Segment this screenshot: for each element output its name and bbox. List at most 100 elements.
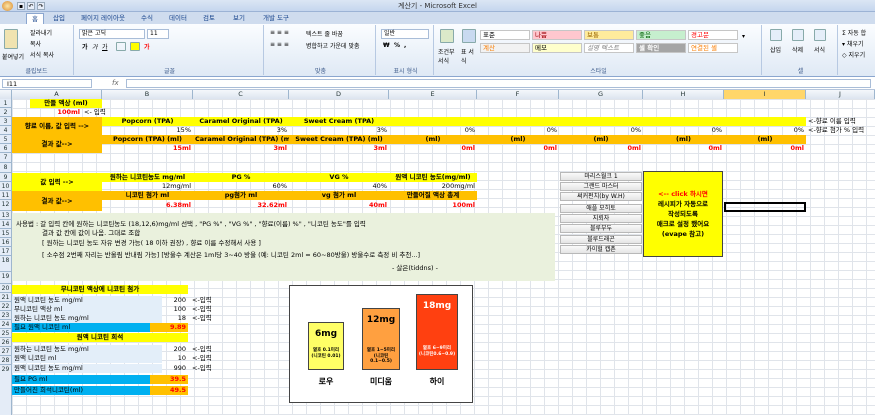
format-cells-icon[interactable] <box>814 29 826 41</box>
style-explain[interactable]: 설명 텍스트 <box>584 43 634 53</box>
output-label-total[interactable]: 만들어질 액상 총계 <box>389 191 477 200</box>
recipe-button-5[interactable]: 지뢰자 <box>560 214 642 223</box>
recipe-button-1[interactable]: 마리스월크 1 <box>560 172 642 181</box>
formula-input[interactable] <box>126 79 871 88</box>
table-format-button[interactable]: 표 서식 <box>461 47 477 65</box>
merge-center-button[interactable]: 병합하고 가운데 맞춤 <box>306 41 360 50</box>
cell-a10[interactable]: 결과 값--> <box>12 191 102 211</box>
font-color-icon[interactable]: 가 <box>144 42 150 51</box>
col-header[interactable]: J <box>806 90 875 99</box>
cell-a5[interactable]: 결과 값--> <box>12 135 102 153</box>
row-header[interactable]: 6 <box>0 144 12 153</box>
row-header[interactable]: 9 <box>0 173 12 182</box>
sec2-title[interactable]: 원액 니코틴 희석 <box>12 333 188 342</box>
recipe-button-8[interactable]: 카이헐 캡촌 <box>560 245 642 254</box>
note-r4[interactable]: <-향료 첨가 % 입력 <box>806 126 875 135</box>
delete-button[interactable]: 삭제 <box>792 45 803 54</box>
styles-more-icon[interactable]: ▾ <box>742 33 745 40</box>
output-label-vg[interactable]: vg 첨가 ml <box>289 191 389 200</box>
style-linked[interactable]: 연결된 셀 <box>688 43 738 53</box>
paste-icon[interactable] <box>4 29 18 49</box>
result-ml-6[interactable]: 0ml <box>559 144 643 153</box>
sec1-label-4[interactable]: 필요 원액 니코틴 ml <box>12 323 150 332</box>
result-ml-8[interactable]: 0ml <box>724 144 806 153</box>
tab-formulas[interactable]: 수식 <box>136 13 158 24</box>
number-format-select[interactable]: 일반 <box>381 29 429 39</box>
output-vg[interactable]: 40ml <box>289 201 389 210</box>
sec1-val-4[interactable]: 9.89 <box>150 323 188 332</box>
sec2-val-4[interactable]: 39.5 <box>150 375 188 384</box>
flavor-pct-5[interactable]: 0% <box>477 126 559 135</box>
conditional-format-button[interactable]: 조건부 서식 <box>438 47 460 65</box>
col-header[interactable]: B <box>102 90 193 99</box>
output-total[interactable]: 100ml <box>389 201 477 210</box>
input-label-base[interactable]: 원액 니코틴 농도(mg/ml) <box>389 173 477 182</box>
result-label-4[interactable]: (ml) <box>389 135 477 144</box>
row-header[interactable]: 17 <box>0 247 12 256</box>
result-label-1[interactable]: Popcorn (TPA) (ml) <box>102 135 193 144</box>
result-ml-2[interactable]: 3ml <box>193 144 289 153</box>
select-all[interactable] <box>0 90 12 99</box>
flavor-name-1[interactable]: Popcorn (TPA) <box>102 117 193 126</box>
cut-button[interactable]: 잘라내기 <box>30 28 52 37</box>
fill-color-icon[interactable] <box>130 42 140 51</box>
row-header[interactable]: 13 <box>0 211 12 220</box>
cell-a3[interactable]: 향료 이름, 값 입력 --> <box>12 117 102 135</box>
align-left-icon[interactable]: ≡ ≡ ≡ <box>270 41 289 48</box>
border-icon[interactable] <box>116 42 126 51</box>
sec1-val-2[interactable]: 100 <box>150 305 188 314</box>
flavor-pct-7[interactable]: 0% <box>643 126 724 135</box>
row-header[interactable]: 26 <box>0 338 12 347</box>
input-nic[interactable]: 12mg/ml <box>102 182 193 191</box>
col-header[interactable]: H <box>643 90 724 99</box>
align-top-icon[interactable]: ≡ ≡ ≡ <box>270 29 289 36</box>
font-name-select[interactable]: 맑은 고딕 <box>79 29 145 39</box>
tab-view[interactable]: 보기 <box>228 13 250 24</box>
format-painter-button[interactable]: 서식 복사 <box>30 50 54 59</box>
tab-insert[interactable]: 삽입 <box>48 13 70 24</box>
sec2-label-1[interactable]: 원하는 니코틴 농도 mg/ml <box>12 345 162 354</box>
insert-cells-icon[interactable] <box>770 29 782 41</box>
col-header[interactable]: A <box>12 90 102 99</box>
sec2-label-3[interactable]: 원액 니코틴 농도 mg/ml <box>12 364 162 373</box>
result-ml-1[interactable]: 15ml <box>102 144 193 153</box>
cell-b2-note[interactable]: <- 입력 <box>82 108 122 117</box>
fill-button[interactable]: ▾ 채우기 <box>842 39 863 48</box>
flavor-pct-1[interactable]: 15% <box>102 126 193 135</box>
name-box[interactable]: I11 <box>2 79 92 88</box>
row-header[interactable]: 14 <box>0 220 12 229</box>
row-header[interactable]: 29 <box>0 365 12 415</box>
row-header[interactable]: 18 <box>0 256 12 272</box>
sec2-val-5[interactable]: 49.5 <box>150 386 188 395</box>
insert-button[interactable]: 삽입 <box>770 45 781 54</box>
flavor-pct-6[interactable]: 0% <box>559 126 643 135</box>
style-bad[interactable]: 나쁨 <box>532 30 582 40</box>
sec2-val-1[interactable]: 200 <box>150 345 188 354</box>
result-label-3[interactable]: Sweet Cream (TPA) (ml) <box>289 135 389 144</box>
row-header[interactable]: 28 <box>0 356 12 365</box>
comma-button[interactable]: , <box>404 42 406 49</box>
sec2-note-1[interactable]: <-입력 <box>190 345 230 354</box>
tab-data[interactable]: 데이터 <box>164 13 192 24</box>
result-label-2[interactable]: Caramel Original (TPA) (ml) <box>193 135 289 144</box>
tab-review[interactable]: 검토 <box>198 13 220 24</box>
sec2-label-2[interactable]: 원액 니코틴 ml <box>12 354 162 363</box>
row-header[interactable]: 15 <box>0 229 12 238</box>
currency-button[interactable]: ₩ <box>383 42 390 49</box>
style-neutral[interactable]: 보통 <box>584 30 634 40</box>
paste-button[interactable]: 붙여넣기 <box>2 52 24 61</box>
result-ml-4[interactable]: 0ml <box>389 144 477 153</box>
row-header[interactable]: 1 <box>0 99 12 108</box>
output-nic[interactable]: 6.38ml <box>102 201 193 210</box>
style-check[interactable]: 셀 확인 <box>636 43 686 53</box>
row-header[interactable]: 24 <box>0 320 12 329</box>
col-header[interactable]: D <box>289 90 389 99</box>
flavor-pct-4[interactable]: 0% <box>389 126 477 135</box>
tab-page-layout[interactable]: 페이지 레이아웃 <box>76 13 130 24</box>
input-label-vg[interactable]: VG % <box>289 173 389 182</box>
input-vg[interactable]: 40% <box>289 182 389 191</box>
row-header[interactable]: 4 <box>0 126 12 135</box>
col-header[interactable]: C <box>193 90 289 99</box>
format-button[interactable]: 서식 <box>814 45 825 54</box>
flavor-name-3[interactable]: Sweet Cream (TPA) <box>289 117 389 126</box>
